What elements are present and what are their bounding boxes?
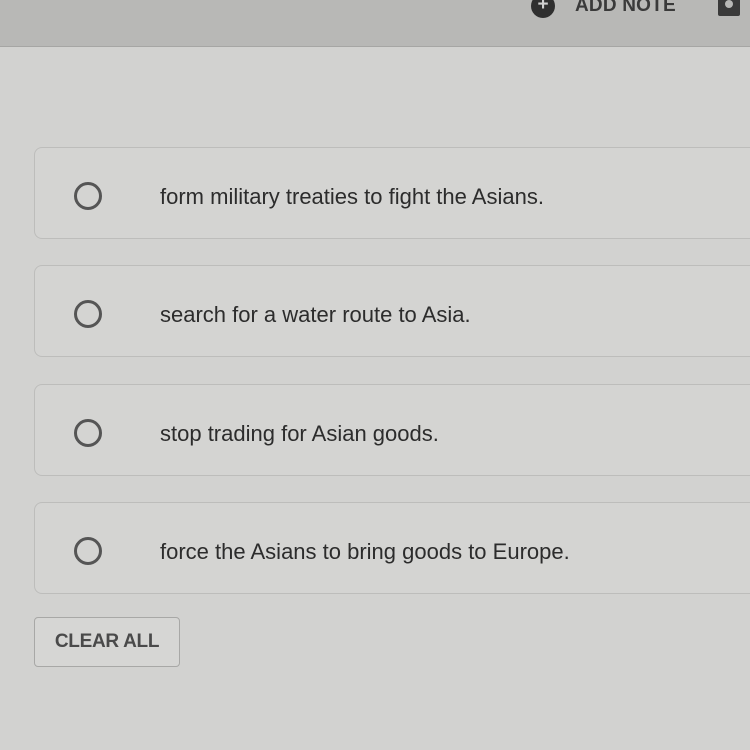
plus-circle-icon[interactable]: + bbox=[531, 0, 555, 18]
answer-choice-2[interactable]: search for a water route to Asia. bbox=[34, 265, 750, 357]
choice-label: form military treaties to fight the Asia… bbox=[160, 184, 544, 209]
radio-button[interactable] bbox=[74, 537, 102, 565]
choice-label: stop trading for Asian goods. bbox=[160, 421, 439, 446]
choice-label: search for a water route to Asia. bbox=[160, 302, 471, 327]
note-icon[interactable] bbox=[718, 0, 740, 16]
top-toolbar: + ADD NOTE bbox=[0, 0, 750, 47]
answer-choice-3[interactable]: stop trading for Asian goods. bbox=[34, 384, 750, 476]
clear-all-button[interactable]: CLEAR ALL bbox=[34, 617, 180, 667]
radio-button[interactable] bbox=[74, 419, 102, 447]
radio-button[interactable] bbox=[74, 182, 102, 210]
add-note-button[interactable]: ADD NOTE bbox=[575, 0, 676, 17]
choice-label: force the Asians to bring goods to Europ… bbox=[160, 539, 570, 564]
answer-choice-1[interactable]: form military treaties to fight the Asia… bbox=[34, 147, 750, 239]
radio-button[interactable] bbox=[74, 300, 102, 328]
answer-choice-4[interactable]: force the Asians to bring goods to Europ… bbox=[34, 502, 750, 594]
